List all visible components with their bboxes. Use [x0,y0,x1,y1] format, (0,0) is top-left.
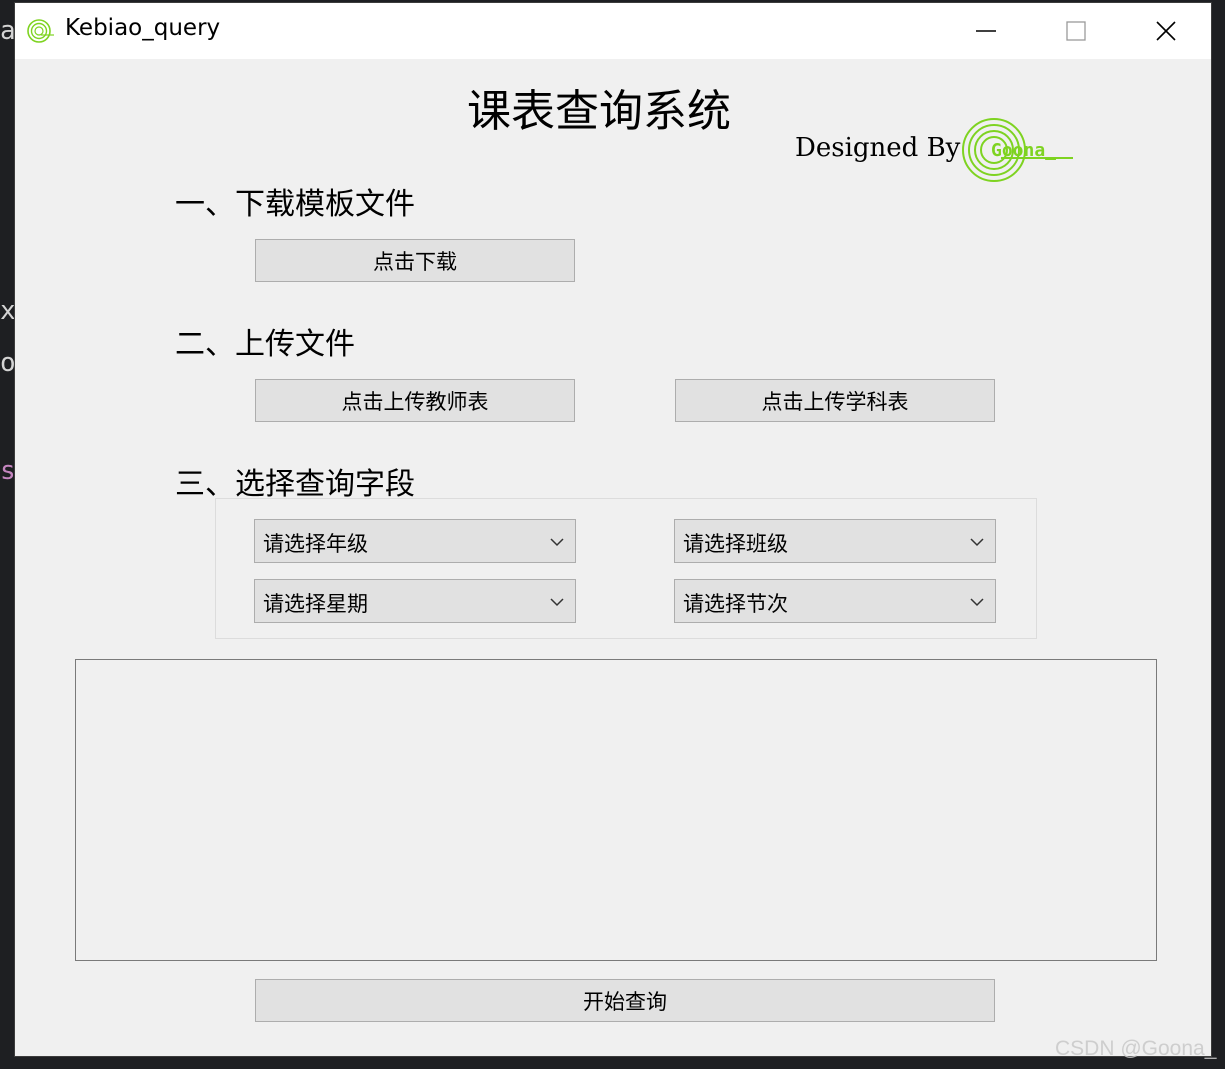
minimize-button[interactable] [941,3,1031,59]
chevron-down-icon [970,538,984,547]
period-select[interactable]: 请选择节次 [674,579,996,623]
weekday-select[interactable]: 请选择星期 [254,579,576,623]
app-logo-icon [27,19,54,43]
upload-subject-button[interactable]: 点击上传学科表 [675,379,995,422]
weekday-select-value: 请选择星期 [263,592,368,616]
class-select-value: 请选择班级 [683,532,788,556]
minimize-icon [976,30,996,32]
title-bar[interactable]: Kebiao_query [15,3,1211,59]
maximize-icon [1066,21,1086,41]
chevron-down-icon [550,538,564,547]
download-template-button[interactable]: 点击下载 [255,239,575,282]
class-select[interactable]: 请选择班级 [674,519,996,563]
app-window: Kebiao_query 课表查询系统 Designed By Goona_ 一… [14,2,1212,1057]
goona-logo-icon: Goona_ [962,118,1073,182]
designed-by-label: Designed By [795,133,961,163]
desktop-background: a x o s Kebiao_query 课表查询系统 Designed By … [0,0,1225,1069]
period-select-value: 请选择节次 [683,592,788,616]
maximize-button[interactable] [1031,3,1121,59]
chevron-down-icon [970,598,984,607]
grade-select-value: 请选择年级 [263,532,368,556]
close-icon [1156,21,1176,41]
window-title: Kebiao_query [65,15,221,41]
section-query-fields-title: 三、选择查询字段 [175,467,415,502]
chevron-down-icon [550,598,564,607]
results-text-area[interactable] [75,659,1157,961]
close-button[interactable] [1121,3,1211,59]
start-query-button[interactable]: 开始查询 [255,979,995,1022]
grade-select[interactable]: 请选择年级 [254,519,576,563]
section-upload-title: 二、上传文件 [175,327,355,362]
logo-lettering: Goona_ [991,140,1056,161]
goona-logo: Goona_ [961,117,1076,183]
csdn-watermark: CSDN @Goona_ [1055,1037,1217,1060]
section-download-title: 一、下载模板文件 [175,187,415,222]
upload-teacher-button[interactable]: 点击上传教师表 [255,379,575,422]
